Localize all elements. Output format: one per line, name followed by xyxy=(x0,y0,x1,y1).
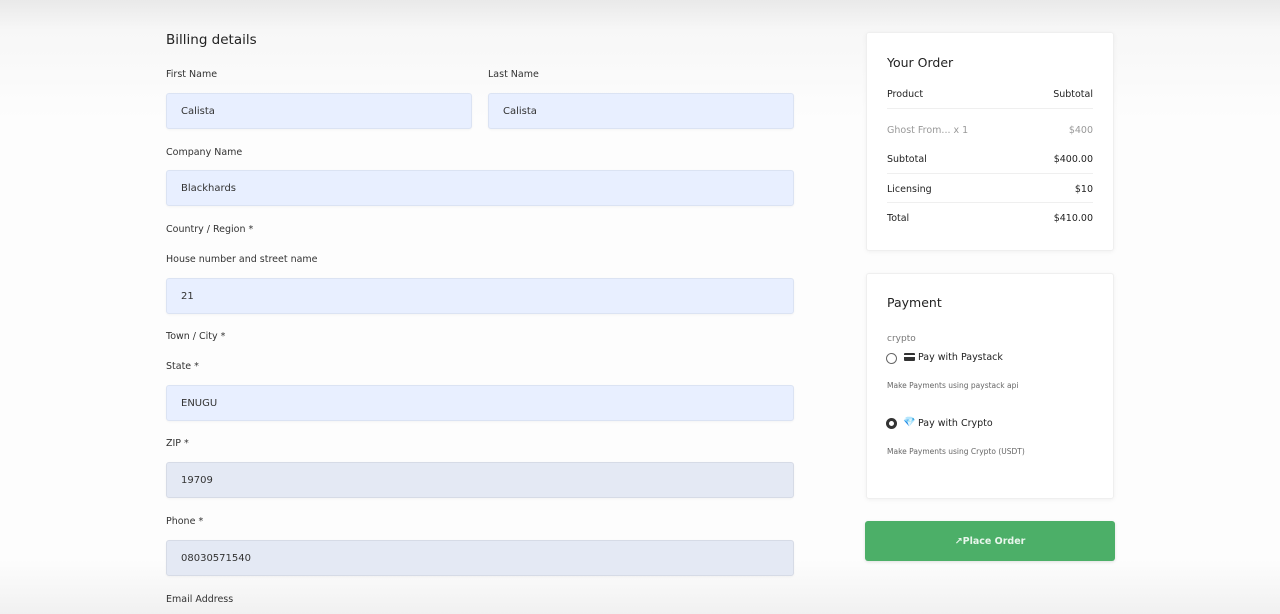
divider xyxy=(887,108,1093,109)
subtotal-header: Subtotal xyxy=(1053,89,1093,100)
house-label: House number and street name xyxy=(166,254,318,265)
crypto-label[interactable]: Pay with Crypto xyxy=(918,418,993,429)
divider xyxy=(887,173,1093,174)
first-name-input[interactable] xyxy=(166,93,472,129)
crypto-description: Make Payments using Crypto (USDT) xyxy=(887,447,1025,456)
house-input[interactable] xyxy=(166,278,794,314)
diamond-icon: 💎 xyxy=(903,417,916,428)
crypto-radio[interactable] xyxy=(886,418,897,429)
payment-card: Payment crypto Pay with Paystack Make Pa… xyxy=(866,273,1114,499)
town-label: Town / City * xyxy=(166,331,226,342)
last-name-input[interactable] xyxy=(488,93,794,129)
company-input[interactable] xyxy=(166,170,794,206)
card-icon xyxy=(904,353,915,361)
paystack-radio[interactable] xyxy=(886,353,897,364)
state-label: State * xyxy=(166,361,199,372)
billing-title: Billing details xyxy=(166,32,257,48)
item-price: $400 xyxy=(1068,125,1093,136)
product-header: Product xyxy=(887,89,924,100)
licensing-label: Licensing xyxy=(887,184,932,195)
order-title: Your Order xyxy=(887,55,954,70)
company-label: Company Name xyxy=(166,147,243,158)
payment-title: Payment xyxy=(887,295,942,310)
licensing-value: $10 xyxy=(1074,184,1093,195)
total-label: Total xyxy=(887,213,910,224)
last-name-label: Last Name xyxy=(488,69,539,80)
paystack-description: Make Payments using paystack api xyxy=(887,381,1019,390)
phone-label: Phone * xyxy=(166,516,204,527)
zip-label: ZIP * xyxy=(166,438,189,449)
paystack-label[interactable]: Pay with Paystack xyxy=(918,352,1003,363)
email-label: Email Address xyxy=(166,594,234,605)
payment-group-label: crypto xyxy=(887,334,916,344)
first-name-label: First Name xyxy=(166,69,218,80)
total-value: $410.00 xyxy=(1053,213,1093,224)
divider xyxy=(887,202,1093,203)
subtotal-value: $400.00 xyxy=(1053,154,1093,165)
state-input[interactable] xyxy=(166,385,794,421)
item-name: Ghost From... x 1 xyxy=(887,125,969,136)
order-summary-card: Your Order Product Subtotal Ghost From..… xyxy=(866,32,1114,251)
phone-input[interactable] xyxy=(166,540,794,576)
country-label: Country / Region * xyxy=(166,224,254,235)
subtotal-label: Subtotal xyxy=(887,154,927,165)
place-order-button[interactable]: ↗Place Order xyxy=(865,521,1115,561)
zip-input[interactable] xyxy=(166,462,794,498)
